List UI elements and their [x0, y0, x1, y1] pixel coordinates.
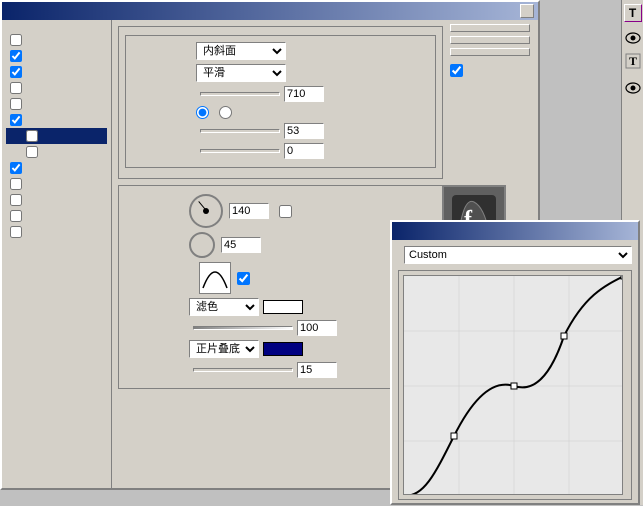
angle-wheel[interactable] [189, 194, 223, 228]
tool-t-top[interactable]: T [624, 4, 642, 22]
left-panel [2, 20, 112, 488]
sidebar-item-blend[interactable] [6, 32, 107, 48]
soften-row [132, 143, 429, 159]
preview-label[interactable] [450, 64, 530, 77]
opacity2-input[interactable] [297, 362, 337, 378]
direction-group [196, 106, 234, 119]
cancel-button[interactable] [450, 36, 530, 44]
sidebar-item-outerglow[interactable] [6, 80, 107, 96]
preset-select[interactable]: Custom [404, 246, 632, 264]
depth-input[interactable] [284, 86, 324, 102]
highlight-color-swatch[interactable] [263, 300, 303, 314]
preset-row: Custom [398, 246, 632, 264]
eye-icon-2 [625, 82, 641, 97]
new-style-button[interactable] [450, 48, 530, 56]
shadow-mode-select[interactable]: 正片叠底 [189, 340, 259, 358]
direction-down-label[interactable] [219, 106, 234, 119]
antialias-checkbox[interactable] [237, 272, 250, 285]
sidebar-item-stroke[interactable] [6, 224, 107, 240]
satin-checkbox[interactable] [10, 162, 22, 174]
contour-editor-title [392, 222, 638, 240]
gradientoverlay-checkbox[interactable] [10, 194, 22, 206]
outerglow-checkbox[interactable] [10, 82, 22, 94]
innershadow-checkbox[interactable] [10, 66, 22, 78]
soften-slider[interactable] [200, 149, 280, 153]
antialias-label[interactable] [237, 272, 252, 285]
opacity2-slider[interactable] [193, 368, 293, 372]
texture-checkbox[interactable] [26, 146, 38, 158]
contour-checkbox[interactable] [26, 130, 38, 142]
opacity1-slider[interactable] [193, 326, 293, 330]
altitude-input[interactable] [221, 237, 261, 253]
opacity1-input[interactable] [297, 320, 337, 336]
style-select[interactable]: 内斜面 [196, 42, 286, 60]
method-row: 平滑 [132, 64, 429, 82]
method-select[interactable]: 平滑 [196, 64, 286, 82]
sidebar-item-contour[interactable] [6, 128, 107, 144]
contour-thumbnail[interactable] [199, 262, 231, 294]
global-light-label[interactable] [279, 205, 294, 218]
style-row: 内斜面 [132, 42, 429, 60]
size-input[interactable] [284, 123, 324, 139]
bevel-checkbox[interactable] [10, 114, 22, 126]
mapping-group [398, 270, 632, 500]
size-row [132, 123, 429, 139]
close-button[interactable] [520, 4, 534, 18]
depth-slider[interactable] [200, 92, 280, 96]
preview-checkbox[interactable] [450, 64, 463, 77]
contour-svg [201, 264, 229, 292]
sidebar-item-dropshadow[interactable] [6, 48, 107, 64]
soften-input[interactable] [284, 143, 324, 159]
sidebar-item-satin[interactable] [6, 160, 107, 176]
curve-canvas[interactable] [403, 275, 623, 495]
blend-checkbox[interactable] [10, 34, 22, 46]
sidebar-item-gradientoverlay[interactable] [6, 192, 107, 208]
depth-row [132, 86, 429, 102]
contour-editor-dialog: Custom [390, 220, 640, 505]
contour-editor-body: Custom [392, 240, 638, 506]
patternoverlay-checkbox[interactable] [10, 210, 22, 222]
sidebar-item-patternoverlay[interactable] [6, 208, 107, 224]
button-column: f [450, 24, 530, 149]
svg-text:T: T [629, 54, 637, 68]
sidebar-item-coloroverlay[interactable] [6, 176, 107, 192]
ok-button[interactable] [450, 24, 530, 32]
styles-title [6, 24, 107, 28]
innerglow-checkbox[interactable] [10, 98, 22, 110]
shadow-color-swatch[interactable] [263, 342, 303, 356]
sidebar-item-innershadow[interactable] [6, 64, 107, 80]
tool-t-bottom[interactable]: T [625, 53, 641, 72]
title-bar [2, 2, 538, 20]
sidebar-item-innerglow[interactable] [6, 96, 107, 112]
altitude-wheel[interactable] [189, 232, 215, 258]
coloroverlay-checkbox[interactable] [10, 178, 22, 190]
curve-svg [404, 276, 623, 495]
sidebar-item-bevel[interactable] [6, 112, 107, 128]
highlight-mode-select[interactable]: 滤色 [189, 298, 259, 316]
stroke-checkbox[interactable] [10, 226, 22, 238]
direction-up-label[interactable] [196, 106, 211, 119]
direction-row [132, 106, 429, 119]
dropshadow-checkbox[interactable] [10, 50, 22, 62]
sidebar-item-texture[interactable] [6, 144, 107, 160]
eye-icon-1 [625, 32, 641, 47]
angle-input[interactable] [229, 203, 269, 219]
global-light-checkbox[interactable] [279, 205, 292, 218]
size-slider[interactable] [200, 129, 280, 133]
direction-down-radio[interactable] [219, 106, 232, 119]
direction-up-radio[interactable] [196, 106, 209, 119]
